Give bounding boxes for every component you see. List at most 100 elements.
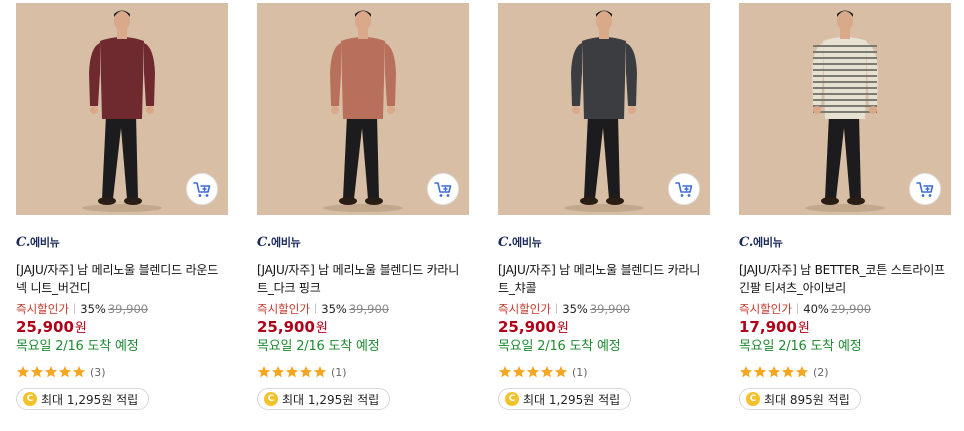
sale-price: 25,900원 (498, 317, 710, 338)
star-icon (58, 366, 72, 378)
star-icon (781, 366, 795, 378)
promo-label: 즉시할인가 (498, 301, 551, 316)
brand-mark: C. (16, 235, 31, 250)
discount-line: 즉시할인가 | 35% 39,900 (257, 300, 469, 317)
divider: | (313, 303, 318, 314)
points-text: 최대 1,295원 적립 (523, 392, 621, 407)
star-icon (257, 366, 271, 378)
discount-rate: 40% (803, 301, 829, 316)
star-icon (271, 366, 285, 378)
delivery-estimate: 목요일 2/16 도착 예정 (16, 339, 139, 354)
review-count: (1) (572, 365, 588, 379)
brand-name: 에비뉴 (753, 236, 783, 249)
review-count: (3) (90, 365, 106, 379)
points-badge: C 최대 1,295원 적립 (498, 388, 632, 410)
divider: | (72, 303, 77, 314)
promo-label: 즉시할인가 (257, 301, 310, 316)
add-to-cart-button[interactable] (668, 173, 700, 205)
coin-icon: C (746, 392, 760, 406)
divider: | (554, 303, 559, 314)
product-card[interactable]: C.에비뉴 [JAJU/자주] 남 BETTER_코튼 스트라이프 긴팔 티셔츠… (739, 3, 951, 410)
discount-line: 즉시할인가 | 40% 29,900 (739, 300, 951, 317)
points-text: 최대 1,295원 적립 (282, 392, 380, 407)
product-card[interactable]: C.에비뉴 [JAJU/자주] 남 메리노울 블렌디드 라운드넥 니트_버건디 … (16, 3, 228, 410)
star-icon (554, 366, 568, 378)
delivery-estimate: 목요일 2/16 도착 예정 (257, 339, 380, 354)
brand-logo[interactable]: C.에비뉴 (16, 234, 228, 250)
star-icon (44, 366, 58, 378)
add-to-cart-icon (916, 182, 934, 197)
product-image[interactable] (739, 3, 951, 215)
delivery-estimate: 목요일 2/16 도착 예정 (739, 339, 862, 354)
discount-rate: 35% (321, 301, 347, 316)
discount-line: 즉시할인가 | 35% 39,900 (16, 300, 228, 317)
star-rating (16, 365, 86, 379)
star-icon (299, 366, 313, 378)
delivery-estimate: 목요일 2/16 도착 예정 (498, 339, 621, 354)
points-text: 최대 895원 적립 (764, 392, 850, 407)
brand-name: 에비뉴 (30, 236, 60, 249)
product-image[interactable] (498, 3, 710, 215)
product-card[interactable]: C.에비뉴 [JAJU/자주] 남 메리노울 블렌디드 카라니트_챠콜 즉시할인… (498, 3, 710, 410)
star-icon (313, 366, 327, 378)
discount-rate: 35% (562, 301, 588, 316)
add-to-cart-icon (434, 182, 452, 197)
original-price: 39,900 (348, 301, 390, 316)
product-card[interactable]: C.에비뉴 [JAJU/자주] 남 메리노울 블렌디드 카라니트_다크 핑크 즉… (257, 3, 469, 410)
currency: 원 (797, 321, 810, 336)
rating[interactable]: (1) (257, 363, 469, 381)
star-icon (512, 366, 526, 378)
sale-price: 25,900원 (257, 317, 469, 338)
rating[interactable]: (2) (739, 363, 951, 381)
currency: 원 (74, 321, 87, 336)
sale-price: 17,900원 (739, 317, 951, 338)
star-rating (498, 365, 568, 379)
product-name[interactable]: [JAJU/자주] 남 BETTER_코튼 스트라이프 긴팔 티셔츠_아이보리 (739, 261, 951, 297)
points-text: 최대 1,295원 적립 (41, 392, 139, 407)
brand-name: 에비뉴 (512, 236, 542, 249)
add-to-cart-icon (675, 182, 693, 197)
star-icon (526, 366, 540, 378)
original-price: 39,900 (589, 301, 631, 316)
price-value: 25,900 (257, 318, 315, 336)
rating[interactable]: (1) (498, 363, 710, 381)
original-price: 29,900 (830, 301, 872, 316)
brand-logo[interactable]: C.에비뉴 (498, 234, 710, 250)
star-rating (739, 365, 809, 379)
discount-line: 즉시할인가 | 35% 39,900 (498, 300, 710, 317)
product-name[interactable]: [JAJU/자주] 남 메리노울 블렌디드 카라니트_챠콜 (498, 261, 710, 297)
points-badge: C 최대 1,295원 적립 (16, 388, 150, 410)
brand-logo[interactable]: C.에비뉴 (257, 234, 469, 250)
star-icon (795, 366, 809, 378)
sale-price: 25,900원 (16, 317, 228, 338)
add-to-cart-button[interactable] (186, 173, 218, 205)
original-price: 39,900 (107, 301, 149, 316)
brand-mark: C. (739, 235, 754, 250)
review-count: (1) (331, 365, 347, 379)
coin-icon: C (23, 392, 37, 406)
star-icon (540, 366, 554, 378)
product-grid: C.에비뉴 [JAJU/자주] 남 메리노울 블렌디드 라운드넥 니트_버건디 … (0, 0, 964, 431)
product-image[interactable] (257, 3, 469, 215)
promo-label: 즉시할인가 (739, 301, 792, 316)
star-icon (739, 366, 753, 378)
brand-logo[interactable]: C.에비뉴 (739, 234, 951, 250)
star-icon (72, 366, 86, 378)
currency: 원 (315, 321, 328, 336)
promo-label: 즉시할인가 (16, 301, 69, 316)
star-icon (498, 366, 512, 378)
add-to-cart-button[interactable] (427, 173, 459, 205)
rating[interactable]: (3) (16, 363, 228, 381)
coin-icon: C (505, 392, 519, 406)
product-name[interactable]: [JAJU/자주] 남 메리노울 블렌디드 카라니트_다크 핑크 (257, 261, 469, 297)
product-name[interactable]: [JAJU/자주] 남 메리노울 블렌디드 라운드넥 니트_버건디 (16, 261, 228, 297)
discount-rate: 35% (80, 301, 106, 316)
brand-mark: C. (498, 235, 513, 250)
review-count: (2) (813, 365, 829, 379)
points-badge: C 최대 895원 적립 (739, 388, 861, 410)
product-image[interactable] (16, 3, 228, 215)
add-to-cart-icon (193, 182, 211, 197)
star-icon (30, 366, 44, 378)
price-value: 25,900 (16, 318, 74, 336)
add-to-cart-button[interactable] (909, 173, 941, 205)
